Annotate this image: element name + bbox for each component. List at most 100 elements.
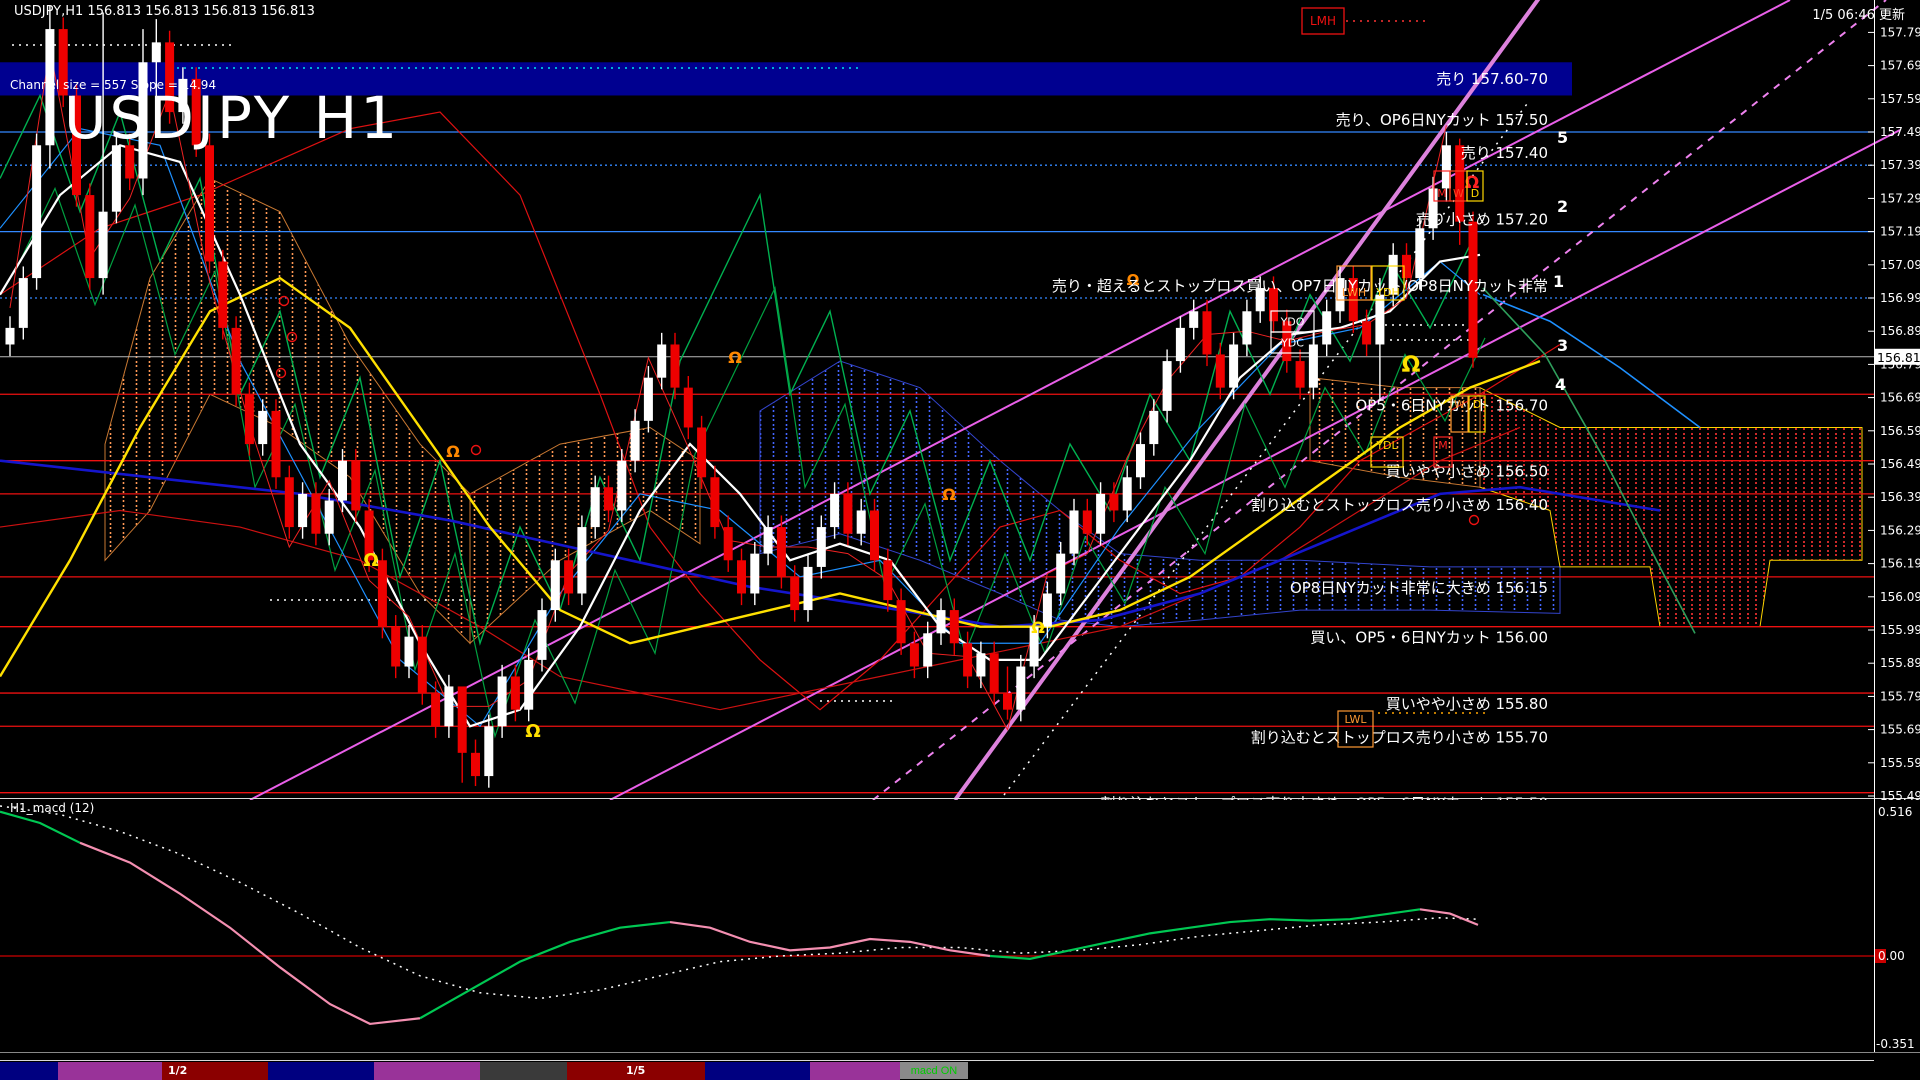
candle-body: [205, 145, 214, 262]
level-annotation: 売り、OP6日NYカット 157.50: [1336, 111, 1548, 129]
candle-body: [431, 693, 441, 727]
candle-body: [776, 527, 786, 577]
candle-body: [909, 643, 919, 667]
omega-marker-icon: Ω: [942, 485, 956, 504]
tag-box-label: W: [1454, 398, 1465, 411]
candle-body: [683, 387, 693, 428]
candle-body: [577, 527, 587, 594]
candle-body: [976, 653, 986, 677]
level-annotation: OP5・6日NYカット 156.70: [1355, 396, 1548, 414]
candle-body: [1322, 311, 1332, 345]
candle-body: [324, 500, 334, 534]
price-axis-label: 155.790: [1880, 689, 1920, 703]
candle-body: [1016, 666, 1026, 710]
candle-body: [1082, 510, 1092, 534]
candle-body: [524, 659, 534, 710]
candle-body: [1109, 493, 1119, 511]
candle-body: [643, 377, 653, 421]
chart-window: Ω Ω Ω Ω Ω Ω Ω Ω Ω 売り、OP6日NYカット 157.50 売り 157.40 売り小…: [0, 0, 1920, 1080]
level-annotation: 買いやや小さめ 156.50: [1386, 463, 1548, 481]
tag-box-label: YDC: [1280, 337, 1304, 350]
macd-axis-max: 0.516: [1878, 805, 1912, 819]
candle-body: [151, 42, 161, 63]
candle-body: [750, 553, 760, 594]
price-axis-label: 157.590: [1880, 92, 1920, 106]
price-axis-label: 156.690: [1880, 391, 1920, 405]
candle-body: [870, 510, 879, 561]
timeline-segment[interactable]: [480, 1062, 567, 1080]
price-axis-label: 157.490: [1880, 125, 1920, 139]
candle-body: [351, 460, 361, 511]
candle-body: [1375, 294, 1385, 345]
candle-body: [32, 145, 42, 279]
timeline-segment[interactable]: [0, 1062, 58, 1080]
candle-body: [1242, 311, 1252, 345]
wave-count-label: 5: [1557, 128, 1568, 147]
current-price-value: 156.813: [1877, 350, 1920, 365]
macd-indicator-label: H1_macd (12): [10, 801, 95, 815]
macd-toggle-button[interactable]: macd ON: [900, 1062, 968, 1079]
level-annotation: 割り込むとストップロス売り小さめ 155.70: [1251, 728, 1548, 746]
candle-body: [1229, 344, 1239, 388]
candle-body: [1175, 327, 1185, 362]
candle-body: [537, 610, 547, 660]
candle-body: [85, 195, 95, 279]
symbol-quote-line: USDJPY,H1 156.813 156.813 156.813 156.81…: [14, 4, 315, 19]
candle-body: [111, 145, 121, 212]
candle-body: [604, 487, 613, 511]
timeline-segment[interactable]: [374, 1062, 480, 1080]
candle-body: [936, 610, 946, 634]
candle-body: [1149, 410, 1159, 445]
session-timeline-bar[interactable]: macd ON 1/2 1/5: [0, 1062, 1920, 1080]
candle-body: [271, 410, 281, 478]
candle-body: [444, 686, 454, 727]
candle-body: [391, 626, 401, 667]
price-axis-label: 156.390: [1880, 490, 1920, 504]
candle-body: [630, 420, 640, 461]
candle-body: [1202, 311, 1212, 355]
timeline-segment[interactable]: [268, 1062, 374, 1080]
candle-body: [1136, 444, 1145, 478]
candle-body: [338, 460, 347, 501]
price-axis-label: 156.490: [1880, 457, 1920, 471]
timeline-segment[interactable]: [705, 1062, 810, 1080]
level-annotation: OP8日NYカット非常に大きめ 156.15: [1290, 579, 1548, 597]
candle-body: [404, 636, 414, 667]
price-axis-label: 157.690: [1880, 59, 1920, 73]
candle-body: [923, 633, 933, 667]
price-axis-label: 156.990: [1880, 291, 1920, 305]
timeline-date-label: 1/5: [626, 1064, 646, 1077]
candle-body: [231, 327, 241, 395]
candle-body: [457, 686, 467, 753]
price-axis-label: 156.590: [1880, 424, 1920, 438]
candle-body: [816, 527, 826, 567]
macd-axis-zero: 0.00: [1878, 949, 1905, 963]
candle-body: [497, 676, 507, 727]
price-axis-label: 156.190: [1880, 557, 1920, 571]
tag-box-label: LWH: [1342, 286, 1366, 299]
price-chart[interactable]: ΩΩΩΩΩΩΩΩΩ売り、OP6日NYカット 157.50売り 157.40売り小…: [0, 0, 1920, 1080]
candle-body: [963, 643, 973, 677]
price-axis-label: 156.890: [1880, 324, 1920, 338]
symbol-watermark: USDJPY H1: [64, 84, 401, 152]
price-axis-label: 155.590: [1880, 756, 1920, 770]
timeline-segment[interactable]: [58, 1062, 162, 1080]
candle-body: [830, 493, 840, 528]
candle-body: [510, 676, 520, 710]
price-axis-label: 156.090: [1880, 590, 1920, 604]
level-annotation: 売り 157.40: [1461, 144, 1548, 162]
candle-body: [790, 576, 800, 611]
timeline-date-label: 1/2: [168, 1064, 188, 1077]
tag-box-label: YDO: [1280, 316, 1305, 329]
candle-body: [617, 460, 627, 511]
candle-body: [471, 752, 480, 777]
price-axis-label: 156.290: [1880, 523, 1920, 537]
candle-body: [258, 410, 268, 445]
candle-body: [1096, 493, 1106, 534]
level-annotation: 買い、OP5・6日NYカット 156.00: [1310, 629, 1548, 647]
timeline-segment[interactable]: [810, 1062, 900, 1080]
candle-body: [1162, 361, 1172, 411]
candle-body: [590, 487, 600, 528]
tag-box-label: M: [1438, 439, 1448, 452]
candle-body: [737, 560, 746, 594]
